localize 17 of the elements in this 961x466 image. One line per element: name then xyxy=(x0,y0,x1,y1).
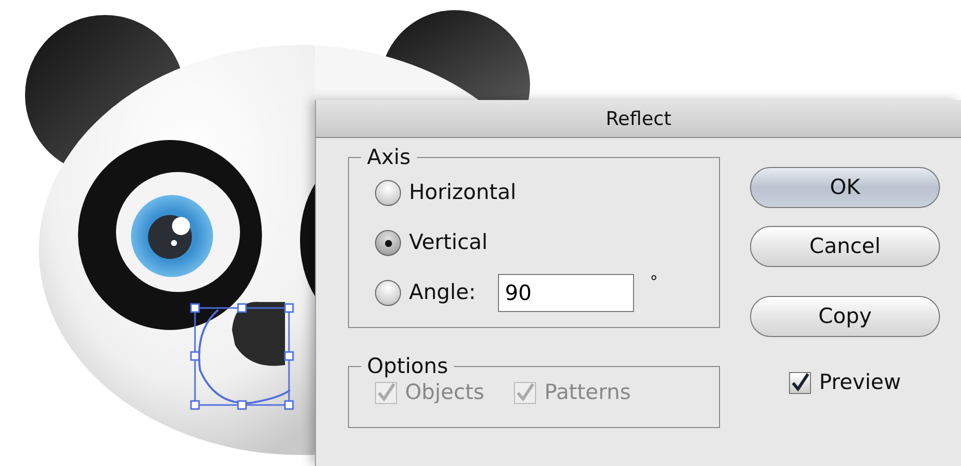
radio-label[interactable]: Angle: xyxy=(409,277,476,309)
checkbox-label[interactable]: Preview xyxy=(819,367,901,398)
unit-label: ° xyxy=(650,271,658,293)
group-label: Options xyxy=(366,356,450,377)
checkbox[interactable] xyxy=(789,372,812,394)
angle-input-field[interactable]: 90 xyxy=(498,274,634,312)
radio-button[interactable] xyxy=(375,180,401,206)
dialog-title: Reflect xyxy=(316,100,961,138)
dialog-button[interactable]: OK xyxy=(750,167,940,208)
selection-bounding-box[interactable] xyxy=(190,303,294,410)
group-label: Axis xyxy=(366,147,412,168)
radio-label[interactable]: Horizontal xyxy=(409,177,516,209)
radio-label[interactable]: Vertical xyxy=(409,227,488,259)
radio-button[interactable] xyxy=(375,280,401,306)
radio-button[interactable] xyxy=(375,230,401,256)
dialog-button[interactable]: Cancel xyxy=(750,226,940,267)
dialog-button[interactable]: Copy xyxy=(750,296,940,337)
